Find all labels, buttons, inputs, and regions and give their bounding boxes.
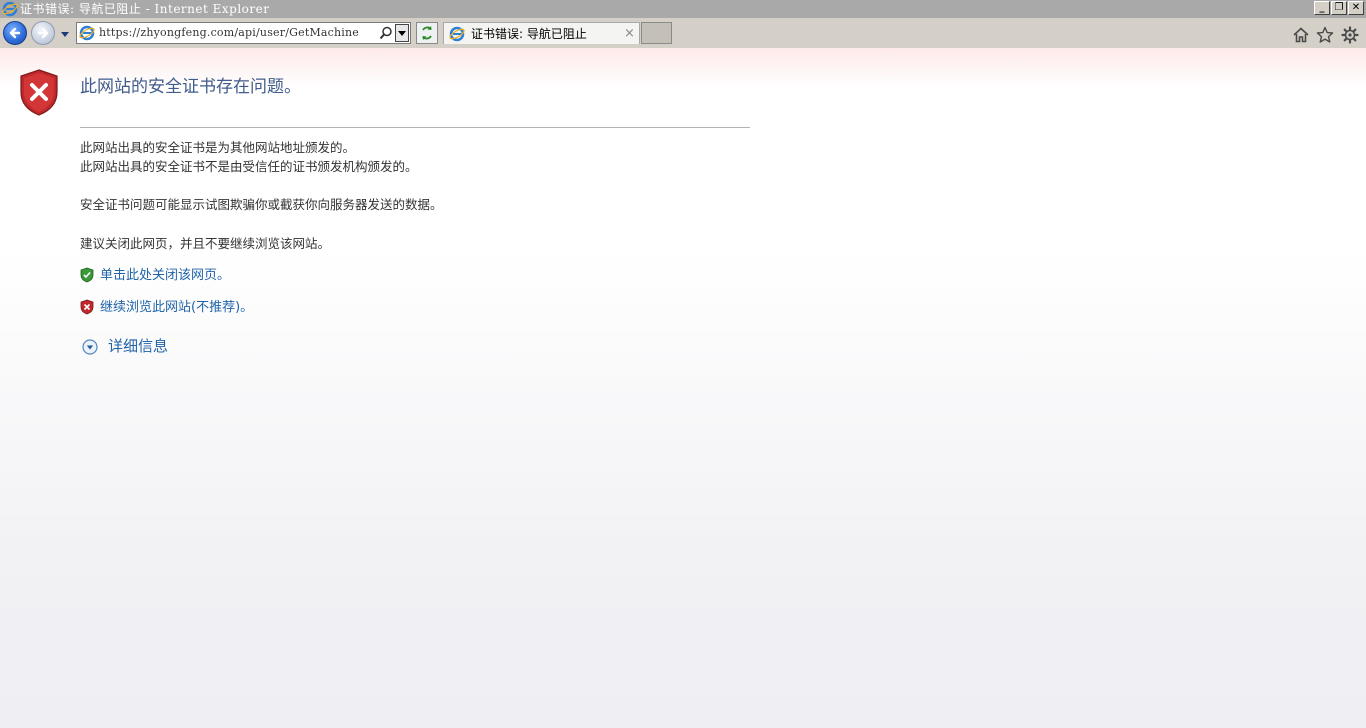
more-information-label[interactable]: 详细信息 [108, 336, 168, 356]
ie-tab-icon [449, 26, 465, 42]
error-detail-2: 此网站出具的安全证书不是由受信任的证书颁发机构颁发的。 [80, 159, 418, 174]
minimize-button[interactable]: _ [1314, 1, 1330, 15]
close-page-link[interactable]: 单击此处关闭该网页。 [100, 267, 230, 285]
security-warning: 安全证书问题可能显示试图欺骗你或截获你向服务器发送的数据。 [80, 197, 443, 212]
close-window-button[interactable]: ✕ [1348, 1, 1364, 15]
recommendation: 建议关闭此网页，并且不要继续浏览该网站。 [80, 236, 331, 251]
home-icon[interactable] [1292, 26, 1310, 44]
danger-shield-icon [80, 299, 94, 315]
tab-close-icon[interactable]: × [624, 26, 635, 42]
error-detail-1: 此网站出具的安全证书是为其他网站地址颁发的。 [80, 140, 356, 155]
divider [80, 127, 750, 128]
chevron-down-icon [398, 31, 406, 36]
forward-button[interactable] [31, 21, 55, 45]
title-bar: 证书错误: 导航已阻止 - Internet Explorer _ ❐ ✕ [0, 0, 1366, 18]
error-shield-icon [20, 69, 58, 116]
back-button[interactable] [3, 21, 27, 45]
star-icon[interactable] [1316, 26, 1334, 44]
recent-pages-dropdown-icon[interactable] [59, 29, 71, 39]
tab-title: 证书错误: 导航已阻止 [471, 27, 587, 41]
restore-button[interactable]: ❐ [1331, 1, 1347, 15]
tab-certificate-error[interactable]: 证书错误: 导航已阻止 × [443, 22, 640, 44]
page-content: 此网站的安全证书存在问题。 此网站出具的安全证书是为其他网站地址颁发的。 此网站… [0, 48, 1366, 728]
address-bar[interactable]: https://zhyongfeng.com/api/user/GetMachi… [76, 22, 411, 44]
address-url[interactable]: https://zhyongfeng.com/api/user/GetMachi… [99, 26, 359, 40]
expand-circle-icon[interactable] [82, 339, 98, 355]
ie-logo-icon [2, 1, 18, 17]
forward-arrow-icon [37, 27, 49, 39]
window-title: 证书错误: 导航已阻止 - Internet Explorer [20, 2, 270, 16]
refresh-icon [422, 26, 432, 40]
page-title: 此网站的安全证书存在问题。 [80, 77, 301, 97]
back-arrow-icon [9, 27, 21, 39]
gear-icon[interactable] [1341, 26, 1359, 44]
safe-shield-icon [80, 267, 94, 283]
continue-to-site-link[interactable]: 继续浏览此网站(不推荐)。 [100, 299, 253, 317]
address-dropdown-button[interactable] [395, 24, 409, 42]
ie-page-icon [79, 25, 95, 41]
search-icon[interactable] [379, 26, 393, 40]
new-tab-button[interactable] [641, 22, 672, 44]
navigation-bar: https://zhyongfeng.com/api/user/GetMachi… [0, 18, 1366, 48]
refresh-button[interactable] [416, 22, 438, 44]
